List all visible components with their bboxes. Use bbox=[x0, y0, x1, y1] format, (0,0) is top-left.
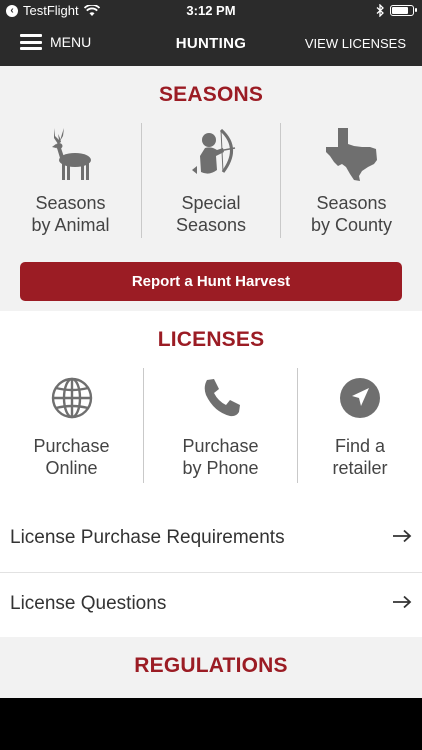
seasons-by-county-tile[interactable]: Seasons by County bbox=[281, 126, 422, 236]
find-retailer-tile[interactable]: Find a retailer bbox=[298, 377, 422, 479]
texas-map-icon bbox=[325, 128, 377, 181]
purchase-by-phone-tile[interactable]: Purchase by Phone bbox=[144, 377, 297, 479]
seasons-by-county-line1: Seasons bbox=[316, 193, 387, 213]
report-hunt-harvest-button[interactable]: Report a Hunt Harvest bbox=[20, 262, 402, 301]
license-questions-link[interactable]: License Questions bbox=[0, 573, 422, 637]
status-bar: ‹ TestFlight 3:12 PM bbox=[0, 0, 422, 22]
regulations-title: REGULATIONS bbox=[134, 654, 288, 677]
arrow-right-icon bbox=[393, 529, 412, 543]
regulations-section[interactable]: REGULATIONS bbox=[0, 637, 422, 698]
special-seasons-tile[interactable]: Special Seasons bbox=[142, 126, 280, 236]
location-arrow-icon bbox=[340, 378, 380, 418]
seasons-by-animal-line2: by Animal bbox=[31, 215, 110, 235]
battery-icon bbox=[390, 5, 417, 16]
phone-icon bbox=[204, 379, 240, 417]
status-time: 3:12 PM bbox=[186, 3, 236, 18]
purchase-online-line1: Purchase bbox=[33, 436, 110, 456]
special-seasons-line1: Special bbox=[181, 193, 241, 213]
find-retailer-line1: Find a bbox=[334, 436, 386, 456]
hamburger-icon bbox=[20, 34, 42, 50]
seasons-by-county-line2: by County bbox=[310, 215, 393, 235]
globe-icon bbox=[51, 377, 92, 419]
purchase-online-line2: Online bbox=[45, 458, 98, 478]
purchase-by-phone-line1: Purchase bbox=[182, 436, 259, 456]
licenses-section: LICENSES Purchase Online Purchase by Pho… bbox=[0, 311, 422, 637]
purchase-online-tile[interactable]: Purchase Online bbox=[0, 377, 143, 479]
view-licenses-button[interactable]: VIEW LICENSES bbox=[305, 36, 406, 51]
seasons-title: SEASONS bbox=[158, 83, 264, 106]
seasons-by-animal-line1: Seasons bbox=[35, 193, 106, 213]
bluetooth-icon bbox=[376, 4, 384, 17]
menu-button[interactable]: MENU bbox=[20, 34, 91, 50]
menu-label: MENU bbox=[50, 34, 92, 50]
deer-icon bbox=[51, 128, 91, 180]
seasons-by-animal-tile[interactable]: Seasons by Animal bbox=[0, 126, 141, 236]
nav-bar: MENU HUNTING VIEW LICENSES bbox=[0, 22, 422, 66]
license-questions-label: License Questions bbox=[10, 593, 167, 614]
purchase-by-phone-line2: by Phone bbox=[182, 458, 259, 478]
arrow-right-icon bbox=[393, 595, 412, 609]
battery-level bbox=[392, 7, 409, 14]
licenses-title: LICENSES bbox=[157, 328, 265, 351]
special-seasons-line2: Seasons bbox=[175, 215, 247, 235]
license-purchase-requirements-link[interactable]: License Purchase Requirements bbox=[0, 507, 422, 571]
find-retailer-line2: retailer bbox=[332, 458, 388, 478]
archer-icon bbox=[192, 128, 236, 174]
license-purchase-requirements-label: License Purchase Requirements bbox=[10, 527, 285, 548]
